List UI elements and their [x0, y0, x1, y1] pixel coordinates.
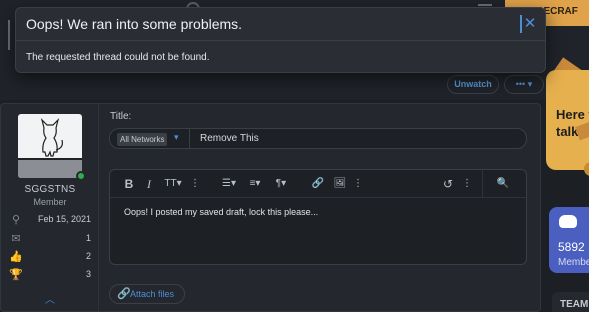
- stat-value: 2: [85, 251, 91, 261]
- joined-date-stat: ⚲ Feb 15, 2021: [9, 213, 91, 227]
- discord-member-count: 5892: [558, 240, 585, 254]
- stat-value: 1: [85, 233, 91, 243]
- reactions-stat: 👍 2: [9, 250, 91, 264]
- image-icon[interactable]: 🖼: [332, 176, 348, 192]
- title-label: Title:: [110, 111, 132, 122]
- person-icon: ⚲: [11, 214, 21, 226]
- thread-actions: Unwatch ••• ▾: [447, 75, 546, 94]
- more-text-icon[interactable]: ⋮: [190, 176, 200, 192]
- online-status-indicator: [76, 171, 86, 181]
- undo-icon[interactable]: ↺: [440, 176, 456, 192]
- error-toast: Oops! We ran into some problems. ✕ The r…: [15, 7, 546, 73]
- discord-member-label: Membe: [558, 257, 589, 268]
- preview-icon[interactable]: 🔍: [494, 176, 512, 192]
- messages-icon: ✉: [11, 233, 21, 245]
- cat-icon: [40, 118, 63, 157]
- editor-content[interactable]: Oops! I posted my saved draft, lock this…: [124, 207, 318, 217]
- more-insert-icon[interactable]: ⋮: [353, 176, 363, 192]
- italic-icon[interactable]: I: [143, 176, 155, 192]
- attach-files-label: Attach files: [130, 289, 175, 299]
- team-label: TEAM: [560, 299, 589, 310]
- stat-value: Feb 15, 2021: [37, 214, 91, 224]
- attach-files-button[interactable]: 🔗 Attach files: [109, 284, 185, 304]
- toast-title: Oops! We ran into some problems.: [26, 16, 243, 32]
- points-stat: 🏆 3: [9, 268, 91, 282]
- chat-prompt-avatar: [584, 162, 589, 176]
- unwatch-button[interactable]: Unwatch: [447, 75, 499, 94]
- title-field: All Networks ▾ Remove This: [109, 128, 527, 149]
- paperclip-icon: 🔗: [117, 288, 131, 300]
- align-icon[interactable]: ≡▾: [244, 176, 266, 192]
- toast-message: The requested thread could not be found.: [26, 52, 210, 63]
- title-input[interactable]: Remove This: [200, 133, 259, 144]
- trophy-icon: 🏆: [9, 269, 23, 281]
- username[interactable]: SGGSTNS: [1, 184, 99, 195]
- text-size-icon[interactable]: TT▾: [160, 176, 186, 192]
- link-icon[interactable]: 🔗: [310, 176, 326, 192]
- close-icon[interactable]: ✕: [520, 15, 538, 33]
- stat-value: 3: [85, 269, 91, 279]
- toolbar-divider: [482, 170, 483, 198]
- bold-icon[interactable]: B: [122, 176, 136, 192]
- team-widget: TEAM: [552, 292, 589, 312]
- discord-icon: [559, 215, 577, 228]
- avatar-base: [18, 160, 82, 178]
- message-editor[interactable]: B I TT▾ ⋮ ☰▾ ≡▾ ¶▾ 🔗 🖼 ⋮ ↺ ⋮ 🔍 Oops! I p…: [109, 169, 527, 265]
- messages-stat: ✉ 1: [9, 232, 91, 246]
- editor-toolbar: B I TT▾ ⋮ ☰▾ ≡▾ ¶▾ 🔗 🖼 ⋮ ↺ ⋮ 🔍: [110, 170, 526, 198]
- chevron-down-icon[interactable]: ▾: [174, 132, 179, 143]
- user-info: SGGSTNS Member ⚲ Feb 15, 2021 ✉ 1 👍 2 🏆 …: [1, 104, 99, 312]
- prefix-divider: [189, 129, 190, 148]
- more-actions-icon[interactable]: ⋮: [462, 176, 472, 192]
- prefix-select[interactable]: All Networks: [117, 133, 168, 146]
- user-role: Member: [33, 197, 67, 207]
- toast-header: Oops! We ran into some problems. ✕: [16, 8, 545, 41]
- avatar[interactable]: [18, 114, 82, 178]
- chat-prompt-panel[interactable]: Here t talk?: [546, 70, 589, 176]
- paragraph-icon[interactable]: ¶▾: [270, 176, 292, 192]
- more-options-button[interactable]: ••• ▾: [504, 75, 544, 94]
- collapse-icon[interactable]: ︿: [44, 291, 56, 306]
- list-icon[interactable]: ☰▾: [218, 176, 240, 192]
- thumbs-up-icon: 👍: [9, 251, 23, 263]
- discord-widget[interactable]: 5892 Membe: [549, 207, 589, 273]
- reply-form: SGGSTNS Member ⚲ Feb 15, 2021 ✉ 1 👍 2 🏆 …: [0, 103, 541, 312]
